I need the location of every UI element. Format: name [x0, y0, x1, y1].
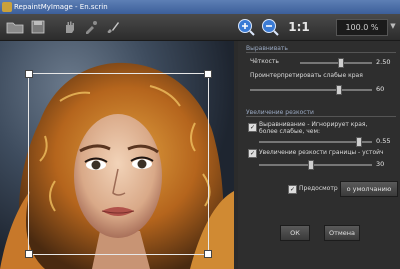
app-window: RepaintMyImage - En.scrin 1:1 100.0 % ▼: [0, 0, 400, 269]
boost-edges-checkbox[interactable]: ✓: [248, 149, 257, 158]
crop-handle[interactable]: [25, 70, 33, 78]
zoom-in-icon[interactable]: [236, 17, 256, 37]
save-icon[interactable]: [28, 17, 48, 37]
default-button[interactable]: о умолчанию: [340, 181, 398, 197]
weak-edges-label: Проинтерпретировать слабые края: [250, 72, 363, 79]
zoom-out-icon[interactable]: [260, 17, 280, 37]
ignore-weak-value: 0.55: [376, 137, 391, 145]
title-bar: RepaintMyImage - En.scrin: [0, 0, 400, 14]
preview-checkbox[interactable]: ✓: [288, 185, 297, 194]
eyedropper-icon[interactable]: [82, 17, 100, 37]
ok-button[interactable]: ОК: [280, 225, 310, 241]
ignore-weak-slider-track[interactable]: [259, 141, 372, 143]
section-title-sharpen: Увеличение резкости: [246, 109, 314, 116]
cancel-button[interactable]: Отмена: [324, 225, 360, 241]
boost-edges-value: 30: [376, 160, 385, 168]
actual-size-button[interactable]: 1:1: [285, 17, 313, 37]
crop-handle[interactable]: [204, 70, 212, 78]
app-icon: [2, 2, 12, 12]
weak-edges-slider-track[interactable]: [250, 89, 372, 91]
ignore-weak-checkbox[interactable]: ✓: [248, 123, 257, 132]
divider: [246, 116, 396, 117]
weak-edges-value: 60: [376, 85, 385, 93]
clarity-slider-thumb[interactable]: [337, 58, 344, 68]
toolbar: 1:1 100.0 % ▼: [0, 14, 400, 41]
zoom-level-select[interactable]: 100.0 %: [336, 19, 388, 36]
crop-handle[interactable]: [25, 250, 33, 258]
ignore-weak-slider-thumb[interactable]: [356, 137, 363, 147]
brush-icon[interactable]: [104, 17, 122, 37]
divider: [246, 52, 396, 53]
crop-handle[interactable]: [204, 250, 212, 258]
clarity-value: 2.50: [376, 58, 391, 66]
image-canvas[interactable]: [0, 41, 234, 269]
zoom-ratio-label: 1:1: [288, 20, 310, 34]
open-folder-icon[interactable]: [4, 17, 26, 37]
boost-edges-label: Увеличение резкости границы - устойч: [259, 149, 384, 156]
section-title-smoothing: Выравнивать: [246, 45, 288, 52]
chevron-down-icon[interactable]: ▼: [388, 19, 398, 34]
hand-icon[interactable]: [60, 17, 78, 37]
weak-edges-slider-thumb[interactable]: [335, 85, 342, 95]
ignore-weak-label: Выравнивание - Игнорирует края, более сл…: [259, 121, 368, 135]
clarity-slider-track[interactable]: [300, 62, 372, 64]
boost-edges-slider-thumb[interactable]: [307, 160, 314, 170]
window-title: RepaintMyImage - En.scrin: [14, 3, 108, 11]
settings-panel: Выравнивать Чёткость 2.50 Проинтерпретир…: [238, 41, 400, 269]
preview-label: Предосмотр: [299, 185, 338, 192]
crop-selection-frame[interactable]: [25, 70, 212, 258]
boost-edges-slider-track[interactable]: [259, 164, 372, 166]
clarity-label: Чёткость: [250, 58, 279, 65]
